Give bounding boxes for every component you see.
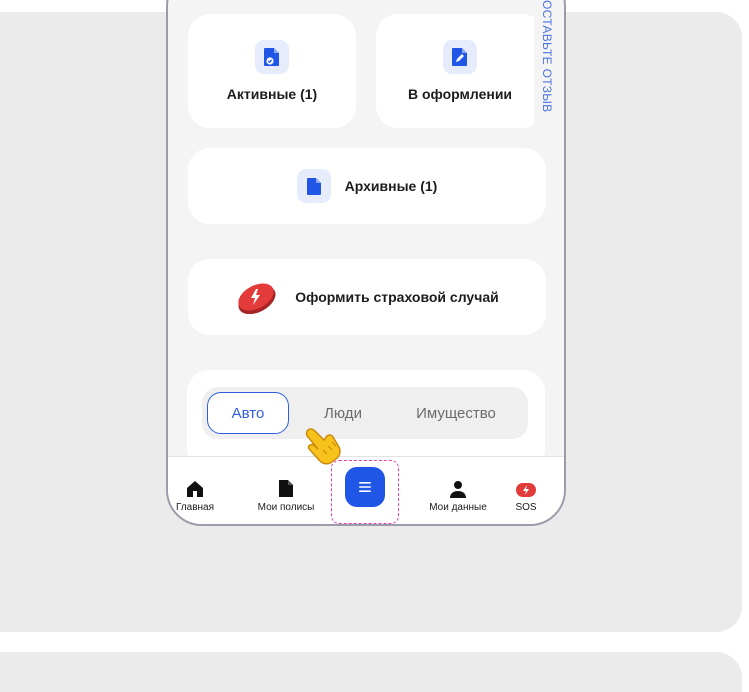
menu-icon <box>359 482 371 492</box>
tab-property[interactable]: Имущество <box>392 392 520 434</box>
tile-archived-label: Архивные (1) <box>344 178 438 194</box>
feedback-tab[interactable]: ОСТАВЬТЕ ОТЗЫВ <box>534 0 560 146</box>
pointing-hand-icon <box>305 428 341 465</box>
home-icon <box>187 481 203 497</box>
edit-document-icon <box>443 40 477 74</box>
document-icon <box>296 169 331 203</box>
active-policy-icon <box>255 40 289 74</box>
feedback-tab-label: ОСТАВЬТЕ ОТЗЫВ <box>540 0 554 113</box>
nav-sos[interactable]: SOS <box>506 457 546 513</box>
background-card-next <box>0 652 742 692</box>
claim-button[interactable]: Оформить страховой случай <box>188 259 546 335</box>
menu-button[interactable] <box>345 467 385 507</box>
phone-frame: Активные (1) В оформлении ОСТАВЬТЕ ОТЗЫВ… <box>166 0 566 526</box>
nav-home[interactable]: Главная <box>170 457 220 513</box>
claim-label: Оформить страховой случай <box>295 289 499 305</box>
bottom-nav: Главная Мои полисы Мои данные SOS <box>168 456 564 524</box>
tile-in-progress-label: В оформлении <box>407 86 513 102</box>
lightning-shield-icon <box>238 283 276 314</box>
nav-sos-label: SOS <box>515 502 537 513</box>
nav-profile-label: Мои данные <box>429 502 487 513</box>
tile-in-progress[interactable]: В оформлении <box>376 14 544 128</box>
category-tabs: Авто Люди Имущество <box>202 387 528 439</box>
nav-home-label: Главная <box>175 502 215 513</box>
sos-icon <box>516 483 536 497</box>
nav-policies-label: Мои полисы <box>257 502 315 513</box>
tile-active-policies[interactable]: Активные (1) <box>188 14 356 128</box>
nav-profile[interactable]: Мои данные <box>418 457 498 513</box>
policy-document-icon <box>279 480 293 497</box>
tile-archived[interactable]: Архивные (1) <box>188 148 546 224</box>
tab-auto[interactable]: Авто <box>207 392 289 434</box>
user-icon <box>450 481 466 498</box>
tile-active-label: Активные (1) <box>226 86 318 102</box>
